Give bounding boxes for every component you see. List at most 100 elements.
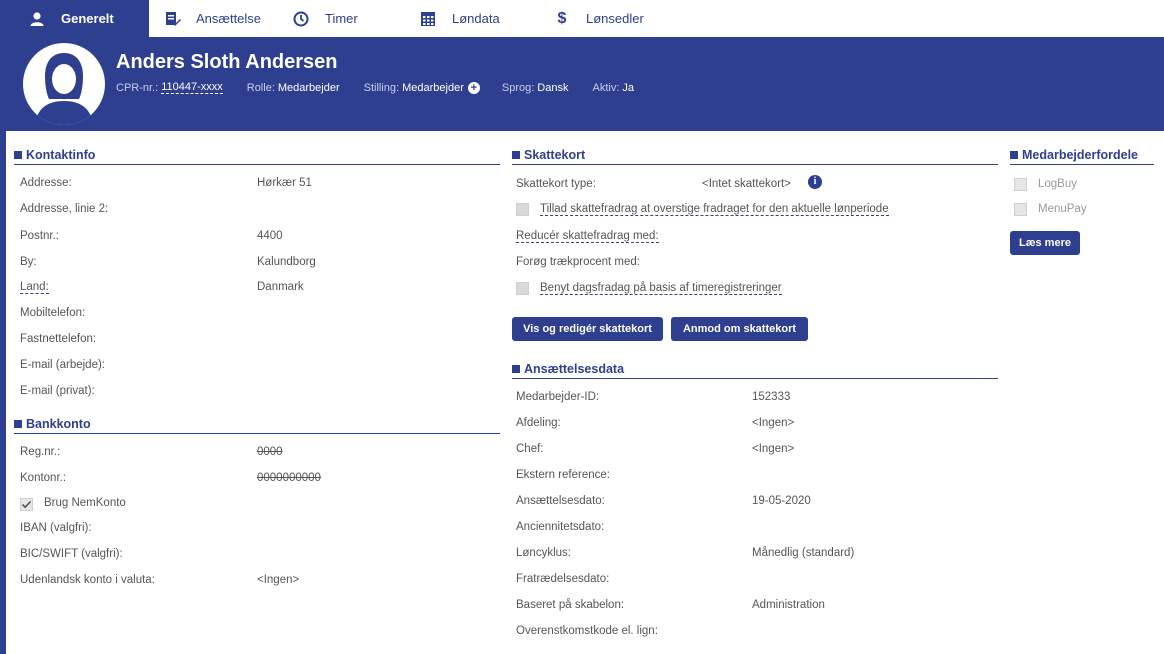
account-label: Kontonr.:	[20, 472, 67, 484]
add-position-icon[interactable]: +	[467, 81, 480, 94]
reduce-deduction-label[interactable]: Reducér skattefradrag med:	[516, 230, 659, 243]
menupay-label: MenuPay	[1038, 203, 1087, 215]
employee-header: Anders Sloth Andersen CPR-nr.: 110447-xx…	[6, 37, 1164, 131]
nemkonto-checkbox[interactable]	[20, 498, 33, 511]
cpr-value[interactable]: 110447-xxxx	[161, 81, 223, 94]
employment-value: <Ingen>	[752, 443, 795, 455]
employment-label: Anciennitetsdato:	[516, 521, 605, 533]
tab-bar: Generelt Ansættelse Timer Løndata $ Løns…	[6, 0, 1164, 37]
taxcard-title: Skattekort	[512, 145, 998, 165]
employment-value: 19-05-2020	[752, 495, 811, 507]
allow-deduction-checkbox[interactable]	[516, 203, 529, 216]
read-more-button[interactable]: Læs mere	[1010, 231, 1080, 255]
employment-title: Ansættelsesdata	[512, 359, 998, 379]
taxcard-title-text: Skattekort	[524, 147, 586, 162]
clock-icon	[292, 10, 310, 28]
contact-label: Addresse, linie 2:	[20, 203, 109, 215]
nemkonto-label: Brug NemKonto	[44, 497, 126, 509]
contact-title: Kontaktinfo	[14, 145, 500, 165]
tab-label: Ansættelse	[196, 11, 262, 26]
employment-section: Ansættelsesdata	[512, 359, 998, 379]
tab-timer[interactable]: Timer	[276, 0, 403, 37]
active-value: Ja	[622, 81, 635, 94]
cpr-label: CPR-nr.:	[116, 81, 159, 94]
active-label: Aktiv:	[592, 81, 620, 94]
section-square-icon	[1010, 150, 1018, 159]
employment-value: <Ingen>	[752, 417, 795, 429]
account-value: 0000000000	[257, 472, 321, 484]
taxcard-type-value: <Intet skattekort>	[702, 178, 791, 190]
employment-label: Fratrædelsesdato:	[516, 573, 610, 585]
employment-label: Ekstern reference:	[516, 469, 610, 481]
tab-label: Lønsedler	[586, 11, 644, 26]
employment-label: Chef:	[516, 443, 544, 455]
employment-label: Løncyklus:	[516, 547, 571, 559]
employment-title-text: Ansættelsesdata	[524, 361, 625, 376]
request-taxcard-button[interactable]: Anmod om skattekort	[671, 317, 808, 341]
contact-label[interactable]: Land:	[20, 281, 49, 294]
bank-section: Bankkonto	[14, 414, 500, 434]
view-edit-taxcard-button[interactable]: Vis og redigér skattekort	[512, 317, 663, 341]
daily-deduction-label: Benyt dagsfradag på basis af timeregistr…	[540, 282, 782, 295]
edit-document-icon	[165, 10, 181, 28]
section-square-icon	[14, 150, 22, 159]
benefits-title: Medarbejderfordele	[1010, 145, 1154, 165]
menupay-checkbox[interactable]	[1014, 203, 1027, 216]
language-label: Sprog:	[501, 81, 535, 94]
person-icon	[28, 10, 46, 28]
checkmark-icon	[21, 500, 32, 509]
tab-loensedler[interactable]: $ Lønsedler	[537, 0, 677, 37]
position-label: Stilling:	[363, 81, 400, 94]
role-value: Medarbejder	[277, 81, 340, 94]
foreign-label: Udenlandsk konto i valuta:	[20, 574, 155, 586]
section-square-icon	[512, 364, 520, 373]
employment-value: Månedlig (standard)	[752, 547, 855, 559]
role-label: Rolle:	[246, 81, 275, 94]
increase-percent-label: Forøg trækprocent med:	[516, 256, 640, 268]
bank-title-text: Bankkonto	[26, 416, 91, 431]
tab-generelt[interactable]: Generelt	[6, 0, 149, 37]
employment-label: Afdeling:	[516, 417, 561, 429]
logbuy-label: LogBuy	[1038, 178, 1078, 190]
benefits-title-text: Medarbejderfordele	[1022, 147, 1139, 162]
contact-value: Hørkær 51	[257, 177, 312, 189]
contact-label: By:	[20, 256, 37, 268]
reg-label: Reg.nr.:	[20, 446, 61, 458]
employee-meta: CPR-nr.: 110447-xxxx Rolle: Medarbejder …	[116, 81, 658, 94]
contact-label: Postnr.:	[20, 230, 59, 242]
contact-label: E-mail (privat):	[20, 385, 95, 397]
contact-label: Mobiltelefon:	[20, 307, 86, 319]
tab-loendata[interactable]: Løndata	[403, 0, 537, 37]
contact-title-text: Kontaktinfo	[26, 147, 96, 162]
avatar	[23, 43, 105, 125]
daily-deduction-checkbox[interactable]	[516, 282, 529, 295]
taxcard-type-label: Skattekort type:	[516, 178, 596, 190]
reg-value: 0000	[257, 446, 283, 458]
employment-label: Overenstkomstkode el. lign:	[516, 625, 658, 637]
table-icon	[419, 10, 437, 28]
employee-name: Anders Sloth Andersen	[116, 51, 338, 73]
info-icon[interactable]: i	[808, 175, 822, 189]
contact-section: Kontaktinfo	[14, 145, 500, 165]
tab-label: Timer	[325, 11, 358, 26]
employment-value: 152333	[752, 391, 791, 403]
position-value: Medarbejder	[402, 81, 464, 94]
contact-label: Addresse:	[20, 177, 72, 189]
contact-value: Kalundborg	[257, 256, 316, 268]
tab-ansaettelse[interactable]: Ansættelse	[149, 0, 276, 37]
allow-deduction-label: Tillad skattefradrag at overstige fradra…	[540, 203, 889, 216]
benefits-section: Medarbejderfordele	[1010, 145, 1154, 165]
bic-label: BIC/SWIFT (valgfri):	[20, 548, 123, 560]
logbuy-checkbox[interactable]	[1014, 178, 1027, 191]
dollar-icon: $	[557, 9, 567, 27]
employment-label: Medarbejder-ID:	[516, 391, 600, 403]
bank-title: Bankkonto	[14, 414, 500, 434]
language-value: Dansk	[537, 81, 569, 94]
section-square-icon	[512, 150, 520, 159]
employment-value: Administration	[752, 599, 825, 611]
avatar-silhouette-icon	[35, 53, 93, 125]
contact-value: Danmark	[257, 281, 304, 293]
section-square-icon	[14, 419, 22, 428]
employment-label: Baseret på skabelon:	[516, 599, 625, 611]
employment-label: Ansættelsesdato:	[516, 495, 605, 507]
